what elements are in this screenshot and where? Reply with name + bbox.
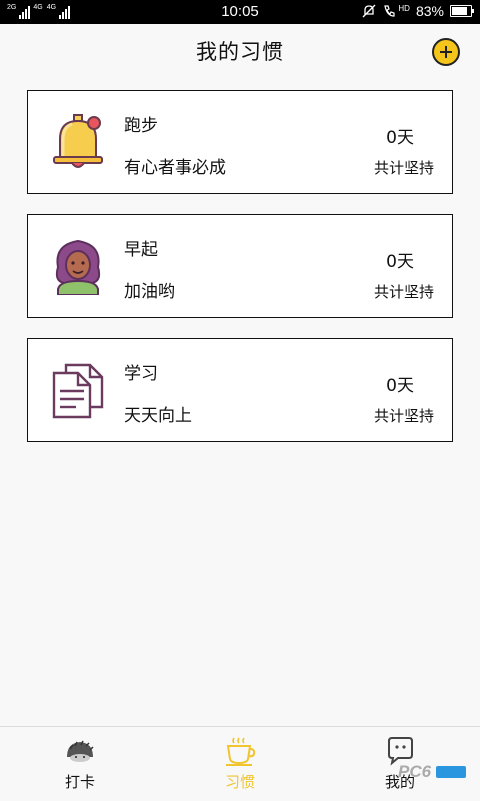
hedgehog-icon [67, 740, 94, 762]
habit-card[interactable]: 早起 加油哟 0天 共计坚持 [27, 214, 453, 318]
habit-card[interactable]: 跑步 有心者事必成 0天 共计坚持 [27, 90, 453, 194]
status-bar: 2G 4G 4G 10:05 HD 83% [0, 0, 480, 24]
page-title: 我的习惯 [196, 40, 284, 64]
habit-days-count: 0天 [386, 376, 414, 396]
phone-hd-icon [384, 5, 396, 17]
status-right: HD 83% [362, 3, 474, 19]
habit-motto: 加油哟 [124, 282, 175, 302]
nav-label: 习惯 [224, 773, 255, 791]
habit-days-count: 0天 [386, 252, 414, 272]
habit-motto: 天天向上 [124, 406, 192, 426]
habit-motto: 有心者事必成 [124, 158, 226, 178]
habit-name: 学习 [124, 364, 158, 384]
coffee-cup-icon [226, 737, 256, 766]
watermark-logo: PC6 [398, 762, 470, 782]
bell-icon [53, 114, 103, 168]
habit-total-label: 共计坚持 [373, 283, 434, 301]
habit-name: 早起 [124, 240, 158, 260]
person-avatar-icon [55, 239, 101, 295]
documents-icon [52, 363, 104, 419]
battery-icon [450, 5, 474, 17]
nav-tab-habits[interactable]: 习惯 [180, 727, 300, 801]
battery-percent: 83% [415, 3, 444, 19]
nav-tab-checkin[interactable]: 打卡 [20, 727, 140, 801]
habit-days-count: 0天 [386, 128, 414, 148]
mute-bell-icon [362, 4, 376, 18]
header: 我的习惯 [0, 24, 480, 80]
volte-label: HD [398, 3, 410, 13]
habit-name: 跑步 [124, 116, 158, 136]
habit-total-label: 共计坚持 [373, 407, 434, 425]
habit-card[interactable]: 学习 天天向上 0天 共计坚持 [27, 338, 453, 442]
habit-total-label: 共计坚持 [373, 159, 434, 177]
battery-level [452, 7, 467, 15]
add-habit-button[interactable] [432, 38, 460, 66]
nav-label: 打卡 [64, 773, 95, 791]
